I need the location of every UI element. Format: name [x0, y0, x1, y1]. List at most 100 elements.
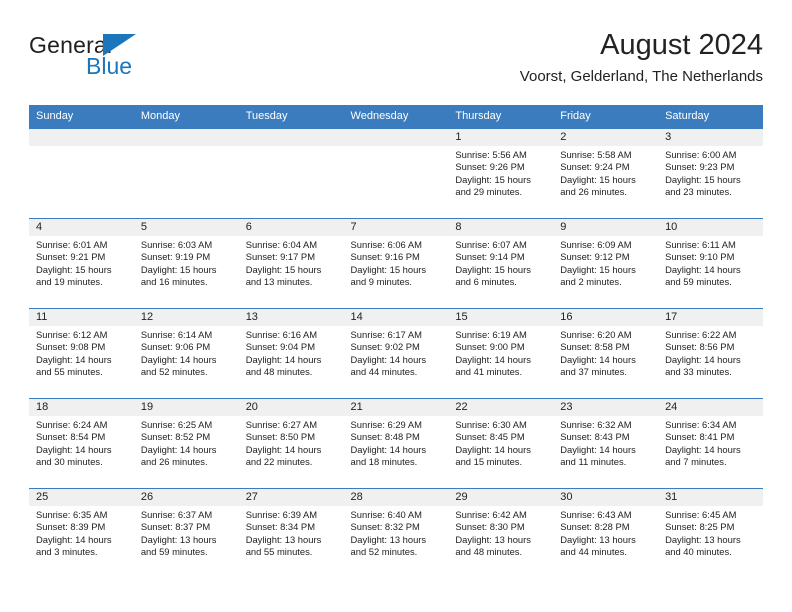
sun-info-line-daylight1: Daylight: 14 hours — [245, 443, 322, 455]
day-number: 5 — [133, 219, 239, 236]
day-number: 9 — [553, 219, 659, 236]
sun-info-line-sunrise: Sunrise: 6:04 AM — [245, 239, 318, 250]
calendar-cell-empty — [133, 128, 239, 219]
weekday-header-wednesday: Wednesday — [343, 105, 449, 129]
sun-info-line-sunrise: Sunrise: 6:45 AM — [665, 509, 737, 520]
calendar-day-cell[interactable]: 21 Sunrise: 6:29 AM Sunset: 8:48 PM Dayligh… — [343, 398, 449, 489]
sun-info-line-sunrise: Sunrise: 6:39 AM — [245, 509, 318, 520]
calendar-day-cell[interactable]: 15 Sunrise: 6:19 AM Sunset: 9:00 PM Dayligh… — [448, 308, 554, 399]
sun-info-line-sunrise: Sunrise: 6:09 AM — [560, 239, 632, 250]
calendar-day-cell[interactable]: 25 Sunrise: 6:35 AM Sunset: 8:39 PM Dayligh… — [29, 488, 134, 578]
day-number: 1 — [448, 129, 554, 146]
calendar-day-cell[interactable]: 13 Sunrise: 6:16 AM Sunset: 9:04 PM Dayligh… — [238, 308, 344, 399]
sun-info-line-sunrise: Sunrise: 6:00 AM — [665, 149, 737, 160]
calendar-day-cell[interactable]: 3 Sunrise: 6:00 AM Sunset: 9:23 PM Daylight… — [658, 128, 763, 219]
day-box: 1 Sunrise: 5:56 AM Sunset: 9:26 PM Daylight… — [448, 129, 554, 218]
sun-info-line-sunrise: Sunrise: 6:40 AM — [350, 509, 422, 520]
calendar-day-cell[interactable]: 23 Sunrise: 6:32 AM Sunset: 8:43 PM Dayligh… — [553, 398, 659, 489]
sun-info: Sunrise: 6:14 AM Sunset: 9:06 PM Daylight:… — [134, 326, 239, 379]
day-box: 5 Sunrise: 6:03 AM Sunset: 9:19 PM Daylight… — [133, 219, 239, 308]
sun-info: Sunrise: 6:27 AM Sunset: 8:50 PM Daylight:… — [239, 416, 344, 469]
sun-info-line-sunrise: Sunrise: 6:20 AM — [560, 329, 632, 340]
sun-info-line-sunrise: Sunrise: 6:30 AM — [455, 419, 527, 430]
calendar-day-cell[interactable]: 12 Sunrise: 6:14 AM Sunset: 9:06 PM Dayligh… — [133, 308, 239, 399]
calendar-day-cell[interactable]: 16 Sunrise: 6:20 AM Sunset: 8:58 PM Dayligh… — [553, 308, 659, 399]
calendar-day-cell[interactable]: 26 Sunrise: 6:37 AM Sunset: 8:37 PM Dayligh… — [133, 488, 239, 578]
sun-info-line-sunset: Sunset: 9:19 PM — [140, 251, 211, 263]
sun-info-line-daylight2: and 26 minutes. — [140, 456, 208, 468]
page-title: August 2024 — [600, 29, 763, 61]
sun-info-line-sunset: Sunset: 9:08 PM — [36, 341, 106, 353]
calendar-day-cell[interactable]: 8 Sunrise: 6:07 AM Sunset: 9:14 PM Daylight… — [448, 218, 554, 309]
calendar-day-cell[interactable]: 9 Sunrise: 6:09 AM Sunset: 9:12 PM Daylight… — [553, 218, 659, 309]
calendar-day-cell[interactable]: 29 Sunrise: 6:42 AM Sunset: 8:30 PM Dayligh… — [448, 488, 554, 578]
calendar-day-cell[interactable]: 20 Sunrise: 6:27 AM Sunset: 8:50 PM Dayligh… — [238, 398, 344, 489]
sun-info-line-daylight2: and 9 minutes. — [350, 276, 413, 288]
sun-info-line-daylight1: Daylight: 14 hours — [140, 353, 217, 365]
sun-info-line-sunrise: Sunrise: 6:37 AM — [140, 509, 213, 520]
sun-info-line-sunset: Sunset: 8:30 PM — [455, 521, 525, 533]
calendar-day-cell[interactable]: 4 Sunrise: 6:01 AM Sunset: 9:21 PM Daylight… — [29, 218, 134, 309]
day-box: 25 Sunrise: 6:35 AM Sunset: 8:39 PM Dayligh… — [29, 489, 134, 578]
sun-info-line-sunset: Sunset: 9:17 PM — [245, 251, 315, 263]
day-number: 11 — [29, 309, 134, 326]
day-number: 8 — [448, 219, 554, 236]
sun-info: Sunrise: 6:00 AM Sunset: 9:23 PM Daylight:… — [658, 146, 763, 199]
calendar-day-cell[interactable]: 24 Sunrise: 6:34 AM Sunset: 8:41 PM Dayligh… — [658, 398, 763, 489]
calendar-day-cell[interactable]: 30 Sunrise: 6:43 AM Sunset: 8:28 PM Dayligh… — [553, 488, 659, 578]
day-box: 19 Sunrise: 6:25 AM Sunset: 8:52 PM Dayligh… — [133, 399, 239, 488]
sun-info: Sunrise: 6:12 AM Sunset: 9:08 PM Daylight:… — [29, 326, 134, 379]
sun-info-line-sunrise: Sunrise: 6:42 AM — [455, 509, 527, 520]
day-number: 22 — [448, 399, 554, 416]
sun-info-line-sunrise: Sunrise: 6:07 AM — [455, 239, 527, 250]
sun-info-line-daylight1: Daylight: 14 hours — [140, 443, 217, 455]
calendar-day-cell[interactable]: 6 Sunrise: 6:04 AM Sunset: 9:17 PM Daylight… — [238, 218, 344, 309]
calendar-day-cell[interactable]: 28 Sunrise: 6:40 AM Sunset: 8:32 PM Dayligh… — [343, 488, 449, 578]
calendar-day-cell[interactable]: 2 Sunrise: 5:58 AM Sunset: 9:24 PM Daylight… — [553, 128, 659, 219]
sun-info-line-daylight1: Daylight: 15 hours — [140, 263, 217, 275]
sun-info-line-sunset: Sunset: 9:00 PM — [455, 341, 525, 353]
sun-info-line-daylight2: and 11 minutes. — [560, 456, 627, 468]
calendar-day-cell[interactable]: 11 Sunrise: 6:12 AM Sunset: 9:08 PM Dayligh… — [29, 308, 134, 399]
day-box: 11 Sunrise: 6:12 AM Sunset: 9:08 PM Dayligh… — [29, 309, 134, 398]
calendar-day-cell[interactable]: 5 Sunrise: 6:03 AM Sunset: 9:19 PM Daylight… — [133, 218, 239, 309]
sun-info-line-sunset: Sunset: 9:21 PM — [36, 251, 106, 263]
calendar-day-cell[interactable]: 19 Sunrise: 6:25 AM Sunset: 8:52 PM Dayligh… — [133, 398, 239, 489]
sun-info-line-daylight2: and 6 minutes. — [455, 276, 517, 288]
day-box: 31 Sunrise: 6:45 AM Sunset: 8:25 PM Dayligh… — [658, 489, 763, 578]
day-box: 16 Sunrise: 6:20 AM Sunset: 8:58 PM Dayligh… — [553, 309, 659, 398]
day-number: 28 — [343, 489, 449, 506]
calendar-day-cell[interactable]: 31 Sunrise: 6:45 AM Sunset: 8:25 PM Dayligh… — [658, 488, 763, 578]
sun-info-line-daylight1: Daylight: 13 hours — [350, 533, 427, 545]
sun-info-line-daylight1: Daylight: 13 hours — [245, 533, 322, 545]
sun-info-line-sunrise: Sunrise: 6:24 AM — [36, 419, 108, 430]
sun-info: Sunrise: 6:16 AM Sunset: 9:04 PM Daylight:… — [239, 326, 344, 379]
sun-info-line-daylight2: and 13 minutes. — [245, 276, 313, 288]
day-number: 3 — [658, 129, 763, 146]
calendar-day-cell[interactable]: 10 Sunrise: 6:11 AM Sunset: 9:10 PM Dayligh… — [658, 218, 763, 309]
day-number: 13 — [238, 309, 344, 326]
calendar-cell-empty — [343, 128, 449, 219]
sun-info-line-sunset: Sunset: 8:52 PM — [140, 431, 211, 443]
sun-info-line-sunrise: Sunrise: 6:43 AM — [560, 509, 632, 520]
calendar-day-cell[interactable]: 27 Sunrise: 6:39 AM Sunset: 8:34 PM Dayligh… — [238, 488, 344, 578]
calendar-day-cell[interactable]: 1 Sunrise: 5:56 AM Sunset: 9:26 PM Daylight… — [448, 128, 554, 219]
sun-info-line-daylight1: Daylight: 14 hours — [455, 443, 531, 455]
sun-info-line-daylight2: and 26 minutes. — [560, 186, 627, 198]
day-number: 23 — [553, 399, 659, 416]
sun-info-line-daylight2: and 19 minutes. — [36, 276, 103, 288]
day-number: 7 — [343, 219, 449, 236]
calendar-day-cell[interactable]: 22 Sunrise: 6:30 AM Sunset: 8:45 PM Dayligh… — [448, 398, 554, 489]
day-number: 30 — [553, 489, 659, 506]
calendar-day-cell[interactable]: 7 Sunrise: 6:06 AM Sunset: 9:16 PM Daylight… — [343, 218, 449, 309]
day-number: 14 — [343, 309, 449, 326]
calendar-day-cell[interactable]: 17 Sunrise: 6:22 AM Sunset: 8:56 PM Dayligh… — [658, 308, 763, 399]
sun-info: Sunrise: 6:01 AM Sunset: 9:21 PM Daylight:… — [29, 236, 134, 289]
sun-info: Sunrise: 6:45 AM Sunset: 8:25 PM Daylight:… — [658, 506, 763, 559]
day-number: 19 — [133, 399, 239, 416]
sun-info-line-sunset: Sunset: 8:58 PM — [560, 341, 630, 353]
calendar-day-cell[interactable]: 18 Sunrise: 6:24 AM Sunset: 8:54 PM Dayligh… — [29, 398, 134, 489]
sun-info-line-daylight2: and 44 minutes. — [350, 366, 418, 378]
calendar-day-cell[interactable]: 14 Sunrise: 6:17 AM Sunset: 9:02 PM Dayligh… — [343, 308, 449, 399]
general-blue-logo[interactable]: General Blue — [29, 32, 199, 88]
